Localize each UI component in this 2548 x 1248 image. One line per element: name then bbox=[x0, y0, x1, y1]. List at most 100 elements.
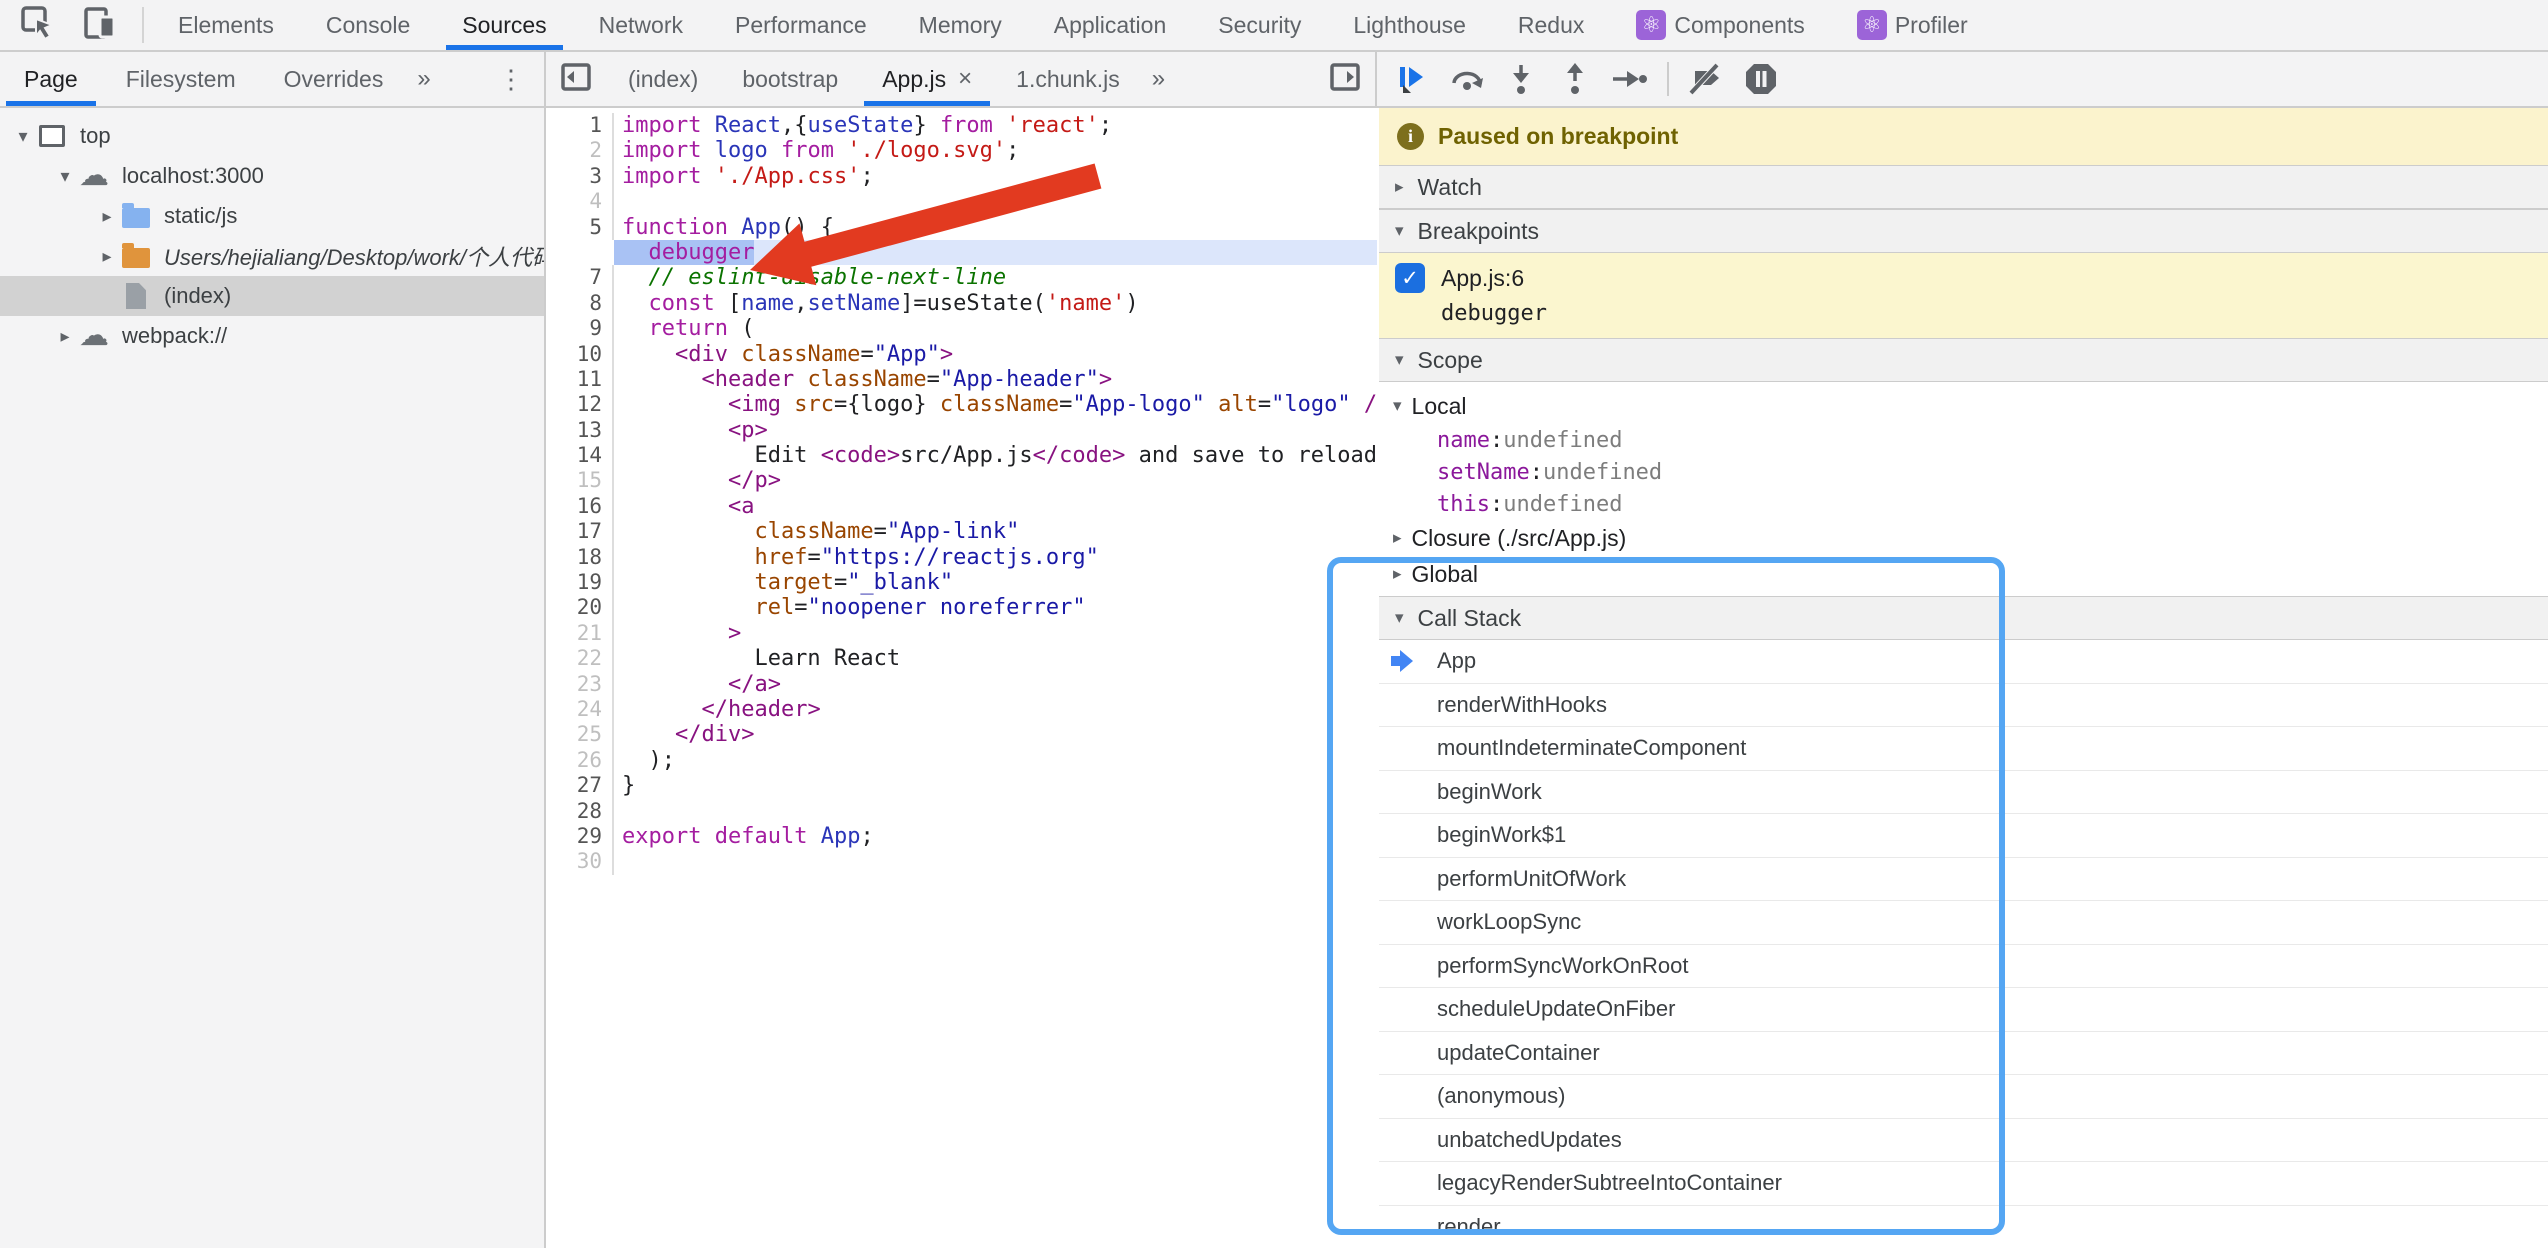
callstack-frame-workloopsync[interactable]: workLoopSync bbox=[1379, 901, 2548, 945]
hide-navigator-icon[interactable] bbox=[560, 61, 592, 98]
callstack-frame-beginwork[interactable]: beginWork bbox=[1379, 771, 2548, 815]
code-line-text[interactable]: target="_blank" bbox=[614, 570, 1377, 595]
scope-group-local[interactable]: ▾Local bbox=[1379, 388, 2548, 424]
navigator-menu-icon[interactable]: ⋮ bbox=[478, 64, 544, 95]
navigator-more-tabs-chevron[interactable]: » bbox=[407, 65, 440, 93]
callstack-frame-performsyncworkonroot[interactable]: performSyncWorkOnRoot bbox=[1379, 945, 2548, 989]
tab-performance[interactable]: Performance bbox=[709, 0, 893, 50]
tab-application[interactable]: Application bbox=[1028, 0, 1193, 50]
step-into-icon[interactable] bbox=[1499, 57, 1543, 101]
device-toolbar-icon[interactable] bbox=[82, 5, 118, 46]
callstack-frame-render[interactable]: render bbox=[1379, 1206, 2548, 1248]
tree-item-top[interactable]: ▾top bbox=[0, 116, 544, 156]
code-line-text[interactable]: </a> bbox=[614, 672, 1377, 697]
code-line-text[interactable]: import React,{useState} from 'react'; bbox=[614, 113, 1377, 138]
tab-memory[interactable]: Memory bbox=[893, 0, 1028, 50]
gutter-line-number[interactable]: 15 bbox=[548, 468, 614, 493]
gutter-line-number[interactable]: 16 bbox=[548, 494, 614, 519]
chevron-down-icon[interactable]: ▾ bbox=[10, 126, 36, 147]
code-line-text[interactable]: import './App.css'; bbox=[614, 164, 1377, 189]
gutter-line-number[interactable]: 11 bbox=[548, 367, 614, 392]
gutter-line-number[interactable]: 6 bbox=[548, 240, 614, 265]
editor-tab-(index)[interactable]: (index) bbox=[606, 52, 720, 106]
step-out-icon[interactable] bbox=[1553, 57, 1597, 101]
tab-profiler[interactable]: ⚛Profiler bbox=[1831, 0, 1994, 50]
gutter-line-number[interactable]: 1 bbox=[548, 113, 614, 138]
code-line-text[interactable]: Learn React bbox=[614, 646, 1377, 671]
callstack-frame-performunitofwork[interactable]: performUnitOfWork bbox=[1379, 858, 2548, 902]
breakpoints-section-header[interactable]: ▾ Breakpoints bbox=[1379, 209, 2548, 253]
breakpoint-checkbox[interactable]: ✓ bbox=[1395, 263, 1425, 293]
code-line-text[interactable]: ); bbox=[614, 748, 1377, 773]
code-line-text[interactable]: rel="noopener noreferrer" bbox=[614, 595, 1377, 620]
pause-on-exceptions-icon[interactable] bbox=[1739, 57, 1783, 101]
gutter-line-number[interactable]: 21 bbox=[548, 621, 614, 646]
resume-script-icon[interactable] bbox=[1391, 57, 1435, 101]
gutter-line-number[interactable]: 27 bbox=[548, 773, 614, 798]
code-line-text[interactable]: Edit <code>src/App.js</code> and save to… bbox=[614, 443, 1377, 468]
tab-network[interactable]: Network bbox=[573, 0, 709, 50]
code-line-text[interactable]: import logo from './logo.svg'; bbox=[614, 138, 1377, 163]
close-tab-icon[interactable]: × bbox=[958, 65, 972, 93]
gutter-line-number[interactable]: 18 bbox=[548, 545, 614, 570]
chevron-right-icon[interactable]: ▸ bbox=[94, 246, 120, 267]
gutter-line-number[interactable]: 5 bbox=[548, 215, 614, 240]
gutter-line-number[interactable]: 12 bbox=[548, 392, 614, 417]
gutter-line-number[interactable]: 2 bbox=[548, 138, 614, 163]
tab-elements[interactable]: Elements bbox=[152, 0, 300, 50]
code-line-text[interactable]: debugger bbox=[614, 240, 1377, 265]
editor-tab-1.chunk.js[interactable]: 1.chunk.js bbox=[994, 52, 1142, 106]
code-line-text[interactable]: </p> bbox=[614, 468, 1377, 493]
gutter-line-number[interactable]: 30 bbox=[548, 849, 614, 874]
editor-tab-bootstrap[interactable]: bootstrap bbox=[720, 52, 860, 106]
scope-group-global[interactable]: ▸Global bbox=[1379, 556, 2548, 592]
tree-item-webpack-[interactable]: ▸☁webpack:// bbox=[0, 316, 544, 356]
tab-redux[interactable]: Redux bbox=[1492, 0, 1610, 50]
gutter-line-number[interactable]: 7 bbox=[548, 265, 614, 290]
callstack-frame-renderwithhooks[interactable]: renderWithHooks bbox=[1379, 684, 2548, 728]
scope-variable-this[interactable]: this: undefined bbox=[1379, 488, 2548, 520]
code-line-text[interactable]: return ( bbox=[614, 316, 1377, 341]
code-line-text[interactable]: <div className="App"> bbox=[614, 342, 1377, 367]
scope-group-closure[interactable]: ▸Closure (./src/App.js) bbox=[1379, 520, 2548, 556]
show-debugger-icon[interactable] bbox=[1329, 61, 1361, 98]
code-line-text[interactable]: } bbox=[614, 773, 1377, 798]
scope-variable-name[interactable]: name: undefined bbox=[1379, 424, 2548, 456]
code-line-text[interactable]: // eslint-disable-next-line bbox=[614, 265, 1377, 290]
code-line-text[interactable]: const [name,setName]=useState('name') bbox=[614, 291, 1377, 316]
gutter-line-number[interactable]: 4 bbox=[548, 189, 614, 214]
inspect-element-icon[interactable] bbox=[20, 5, 56, 46]
tree-item--index-[interactable]: (index) bbox=[0, 276, 544, 316]
gutter-line-number[interactable]: 24 bbox=[548, 697, 614, 722]
callstack-frame--anonymous-[interactable]: (anonymous) bbox=[1379, 1075, 2548, 1119]
navigator-tab-overrides[interactable]: Overrides bbox=[260, 52, 408, 106]
code-line-text[interactable]: <img src={logo} className="App-logo" alt… bbox=[614, 392, 1377, 417]
tree-item-localhost-3000[interactable]: ▾☁localhost:3000 bbox=[0, 156, 544, 196]
tab-security[interactable]: Security bbox=[1192, 0, 1327, 50]
code-line-text[interactable]: </div> bbox=[614, 722, 1377, 747]
scope-variable-setName[interactable]: setName: undefined bbox=[1379, 456, 2548, 488]
callstack-frame-updatecontainer[interactable]: updateContainer bbox=[1379, 1032, 2548, 1076]
gutter-line-number[interactable]: 9 bbox=[548, 316, 614, 341]
gutter-line-number[interactable]: 3 bbox=[548, 164, 614, 189]
chevron-right-icon[interactable]: ▸ bbox=[94, 206, 120, 227]
code-line-text[interactable]: </header> bbox=[614, 697, 1377, 722]
code-line-text[interactable] bbox=[614, 849, 1377, 874]
deactivate-breakpoints-icon[interactable] bbox=[1685, 57, 1729, 101]
gutter-line-number[interactable]: 22 bbox=[548, 646, 614, 671]
gutter-line-number[interactable]: 20 bbox=[548, 595, 614, 620]
navigator-tab-page[interactable]: Page bbox=[0, 52, 102, 106]
gutter-line-number[interactable]: 19 bbox=[548, 570, 614, 595]
callstack-frame-legacyrendersubtreeintocontainer[interactable]: legacyRenderSubtreeIntoContainer bbox=[1379, 1162, 2548, 1206]
gutter-line-number[interactable]: 28 bbox=[548, 799, 614, 824]
tab-lighthouse[interactable]: Lighthouse bbox=[1327, 0, 1492, 50]
gutter-line-number[interactable]: 29 bbox=[548, 824, 614, 849]
code-line-text[interactable]: <p> bbox=[614, 418, 1377, 443]
callstack-frame-beginwork$1[interactable]: beginWork$1 bbox=[1379, 814, 2548, 858]
callstack-section-header[interactable]: ▾ Call Stack bbox=[1379, 596, 2548, 640]
code-line-text[interactable]: function App() { bbox=[614, 215, 1377, 240]
watch-section-header[interactable]: ▸ Watch bbox=[1379, 165, 2548, 209]
chevron-right-icon[interactable]: ▸ bbox=[52, 326, 78, 347]
code-line-text[interactable]: href="https://reactjs.org" bbox=[614, 545, 1377, 570]
gutter-line-number[interactable]: 26 bbox=[548, 748, 614, 773]
